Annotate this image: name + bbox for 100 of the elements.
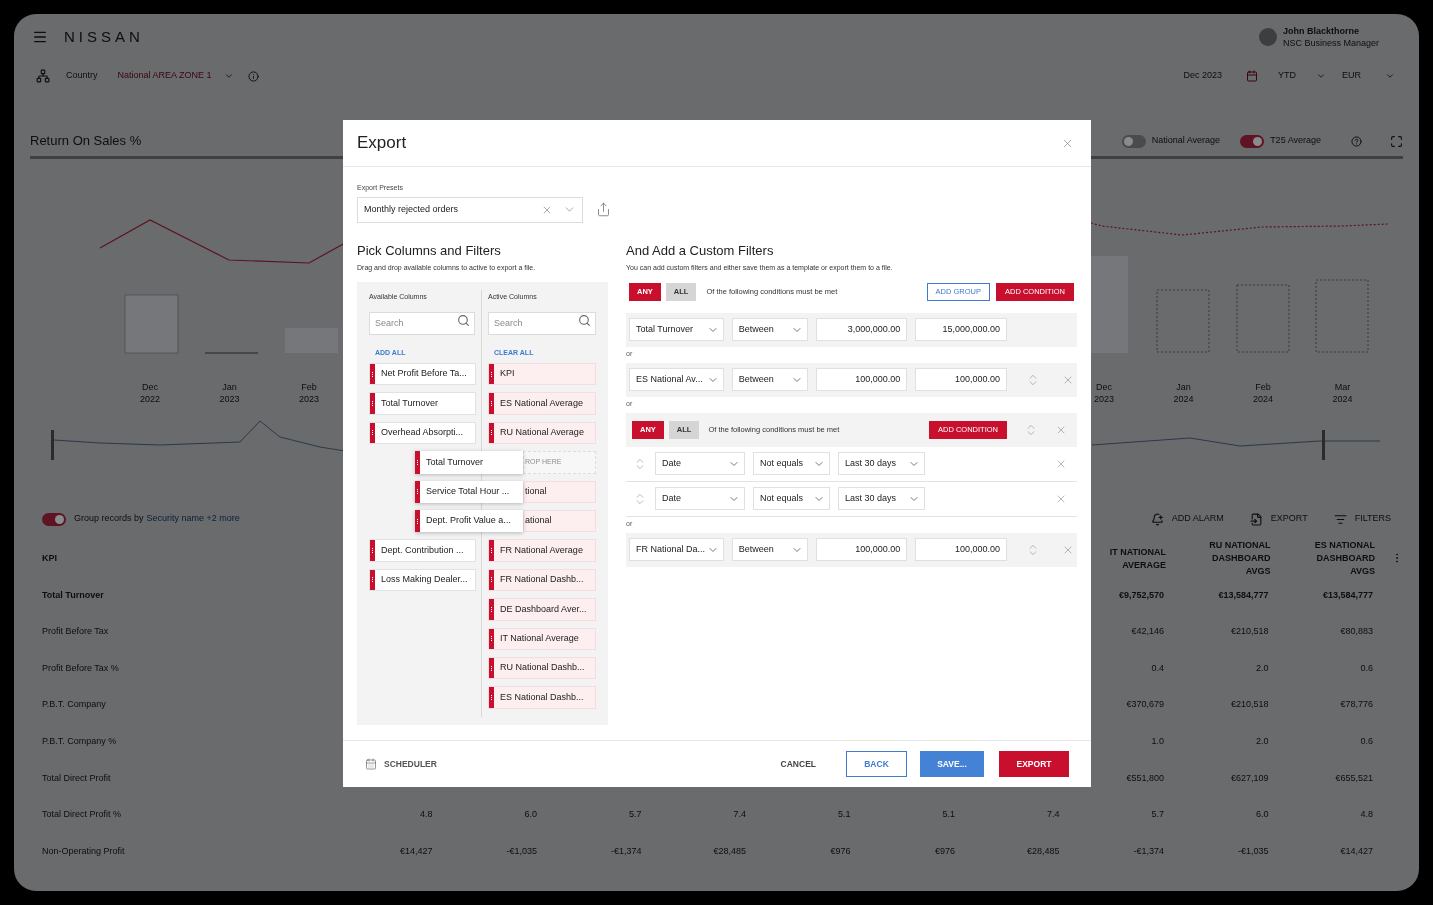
caret-icon[interactable]: [1316, 71, 1326, 81]
caret-icon[interactable]: [1385, 71, 1395, 81]
drag-handle[interactable]: [489, 687, 494, 708]
dropdown[interactable]: Last 30 days: [838, 452, 925, 475]
row-label: Total Turnover: [41, 588, 104, 602]
drag-handle[interactable]: [489, 540, 494, 561]
active-column-item[interactable]: tional: [523, 480, 596, 503]
drag-handle[interactable]: [489, 569, 494, 591]
drag-handle[interactable]: [415, 509, 420, 533]
dropdown[interactable]: Between: [731, 538, 808, 561]
value-field[interactable]: 100,000.00: [915, 538, 1007, 561]
value-field[interactable]: 15,000,000.00: [915, 318, 1007, 341]
dropdown[interactable]: Not equals: [753, 452, 830, 475]
scheduler-button[interactable]: SCHEDULER: [365, 757, 437, 771]
value-field[interactable]: 100,000.00: [815, 368, 908, 391]
range-filter[interactable]: YTD: [1278, 69, 1296, 83]
cancel-button[interactable]: CANCEL: [780, 757, 816, 771]
active-column-item[interactable]: RU National Average: [488, 421, 596, 445]
column-item[interactable]: Net Profit Before Ta...: [369, 363, 476, 386]
column-item[interactable]: Total Turnover: [369, 392, 476, 415]
preset-select[interactable]: Monthly rejected orders: [357, 196, 583, 223]
active-column-item[interactable]: RU National Dashb...: [488, 656, 596, 680]
table-cell-text: -€1,374: [1133, 844, 1164, 858]
toggle-switch[interactable]: [42, 512, 66, 526]
drag-handle[interactable]: [489, 393, 494, 414]
drag-handle[interactable]: [489, 599, 494, 620]
export-button[interactable]: EXPORT: [999, 751, 1069, 777]
bell-plus-icon: [1150, 512, 1164, 526]
drag-handle[interactable]: [370, 393, 375, 414]
table-cell: €210,518: [1230, 625, 1269, 639]
dropdown[interactable]: Between: [731, 318, 808, 341]
value-field[interactable]: 3,000,000.00: [815, 318, 908, 341]
caret-icon[interactable]: [223, 71, 234, 81]
table-cell: 5.7: [1151, 808, 1164, 822]
save-button[interactable]: SAVE...: [920, 751, 984, 777]
active-column-item[interactable]: FR National Average: [488, 539, 596, 562]
dropdown[interactable]: Total Turnover: [629, 318, 724, 341]
drag-handle[interactable]: [489, 628, 494, 649]
dropdown[interactable]: Date: [655, 487, 745, 510]
dropdown[interactable]: Last 30 days: [838, 487, 925, 510]
currency-filter[interactable]: EUR: [1342, 69, 1361, 83]
search-field[interactable]: Search: [488, 311, 596, 335]
section-title: Pick Columns and Filters: [357, 241, 502, 260]
column-header: RU NATIONAL DASHBOARD AVGS: [1208, 539, 1271, 578]
table-cell-text: €14,427: [1340, 844, 1373, 858]
dragged-column-item[interactable]: Dept. Profit Value a...: [415, 509, 523, 533]
row-label: P.B.T. Company %: [41, 734, 117, 748]
search-field[interactable]: Search: [369, 311, 475, 335]
axis-label: Feb 2023: [299, 382, 319, 404]
info-icon[interactable]: [247, 70, 259, 82]
hierarchy-icon[interactable]: [36, 69, 50, 83]
active-column-item[interactable]: ational: [523, 509, 596, 533]
dropdown[interactable]: FR National Da...: [629, 538, 724, 561]
dropdown[interactable]: ES National Av...: [629, 368, 724, 391]
drag-handle[interactable]: [370, 422, 375, 444]
help-icon[interactable]: [1351, 135, 1362, 147]
table-action-button[interactable]: EXPORT: [1249, 512, 1308, 526]
drag-handle[interactable]: [370, 569, 375, 591]
dragged-column-item[interactable]: Service Total Hour ...: [415, 480, 523, 503]
range-handle[interactable]: [51, 430, 54, 460]
value-field[interactable]: 100,000.00: [815, 538, 908, 561]
column-item[interactable]: Dept. Contribution ...: [369, 539, 476, 562]
period-filter[interactable]: Dec 2023: [1183, 69, 1222, 83]
expand-icon[interactable]: [1390, 134, 1403, 148]
table-cell: €370,679: [1126, 698, 1164, 712]
drag-handle[interactable]: [415, 451, 420, 474]
drag-handle[interactable]: [489, 364, 494, 385]
table-cell-text: €14,427: [399, 844, 433, 858]
drag-handle[interactable]: [489, 422, 494, 444]
table-cell-text: 2.0: [1256, 661, 1269, 675]
toggle-switch[interactable]: [1121, 134, 1146, 148]
back-button[interactable]: BACK: [846, 751, 907, 777]
range-handle[interactable]: [1322, 430, 1325, 460]
dragged-column-item[interactable]: Total Turnover: [415, 451, 523, 474]
table-action-button[interactable]: ADD ALARM: [1150, 512, 1224, 526]
active-column-item[interactable]: IT National Average: [488, 627, 596, 650]
column-item[interactable]: Overhead Absorpti...: [369, 421, 476, 445]
active-column-item[interactable]: DE Dashboard Aver...: [488, 598, 596, 621]
table-cell: €655,521: [1335, 771, 1373, 785]
drag-handle[interactable]: [370, 540, 375, 561]
drag-handle[interactable]: [370, 364, 375, 385]
value-field[interactable]: 100,000.00: [915, 368, 1007, 391]
table-cell: €210,518: [1230, 698, 1269, 712]
active-column-item[interactable]: ES National Dashb...: [488, 686, 596, 709]
dropdown[interactable]: Between: [731, 368, 808, 391]
share-icon[interactable]: [596, 202, 611, 217]
table-action-button[interactable]: FILTERS: [1333, 512, 1391, 526]
dropdown[interactable]: Date: [655, 452, 745, 475]
calendar-icon[interactable]: [1246, 70, 1258, 82]
active-column-item[interactable]: FR National Dashb...: [488, 568, 596, 592]
active-column-item[interactable]: KPI: [488, 363, 596, 386]
table-cell-text: €9,752,570: [1118, 588, 1164, 602]
dropdown[interactable]: Not equals: [753, 487, 830, 510]
active-column-item[interactable]: ES National Average: [488, 392, 596, 415]
group-records-text: Group records by: [74, 512, 144, 526]
toggle-switch[interactable]: [1240, 134, 1265, 148]
drag-handle[interactable]: [415, 480, 420, 503]
menu-icon[interactable]: [32, 29, 48, 45]
drag-handle[interactable]: [489, 657, 494, 679]
column-item[interactable]: Loss Making Dealer...: [369, 568, 476, 592]
